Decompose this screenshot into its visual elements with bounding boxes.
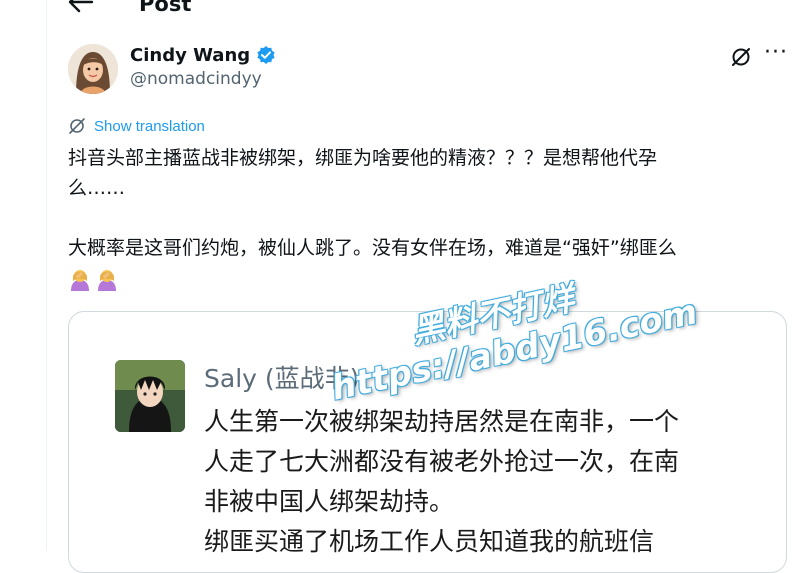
quoted-line: 绑匪买通了机场工作人员知道我的航班信 [204, 527, 655, 556]
arrow-left-icon[interactable] [66, 0, 96, 14]
author-name[interactable]: Cindy Wang [130, 45, 250, 66]
verified-badge-icon [256, 45, 276, 65]
more-dots-icon[interactable]: ··· [764, 42, 788, 66]
emoji-row [68, 267, 768, 291]
quoted-line: 人走了七大洲都没有被老外抢过一次，在南 [204, 447, 680, 476]
page-title: Post [139, 0, 192, 16]
quoted-post-text: 人生第一次被绑架劫持居然是在南非，一个 人走了七大洲都没有被老外抢过一次，在南 … [204, 402, 774, 562]
author-name-row[interactable]: Cindy Wang [130, 43, 276, 67]
show-translation-label[interactable]: Show translation [94, 118, 205, 135]
show-translation-button[interactable]: Show translation [68, 116, 205, 136]
top-bar: Post [0, 0, 800, 24]
tweet-text: 抖音头部主播蓝战非被绑架，绑匪为啥要他的精液？？？是想帮他代孕 么…… 大概率是… [68, 143, 768, 291]
woman-facepalming-emoji [68, 267, 92, 291]
grok-icon[interactable] [730, 46, 752, 68]
quoted-author-avatar[interactable] [115, 360, 185, 432]
quoted-post-card[interactable]: Saly (蓝战非) 人生第一次被绑架劫持居然是在南非，一个 人走了七大洲都没有… [68, 311, 787, 573]
tweet-line: 抖音头部主播蓝战非被绑架，绑匪为啥要他的精液？？？是想帮他代孕 [68, 147, 658, 169]
quoted-line: 非被中国人绑架劫持。 [204, 487, 455, 516]
grok-translate-icon [68, 117, 86, 135]
tweet-line: 大概率是这哥们约炮，被仙人跳了。没有女伴在场，难道是“强奸”绑匪么 [68, 237, 677, 259]
timeline-border [46, 0, 47, 551]
woman-facepalming-emoji [95, 267, 119, 291]
quoted-author-name[interactable]: Saly (蓝战非) [204, 362, 359, 396]
author-handle[interactable]: @nomadcindyy [130, 69, 262, 89]
author-avatar[interactable] [68, 44, 118, 94]
tweet-line: 么…… [68, 177, 126, 199]
quoted-line: 人生第一次被绑架劫持居然是在南非，一个 [204, 407, 680, 436]
